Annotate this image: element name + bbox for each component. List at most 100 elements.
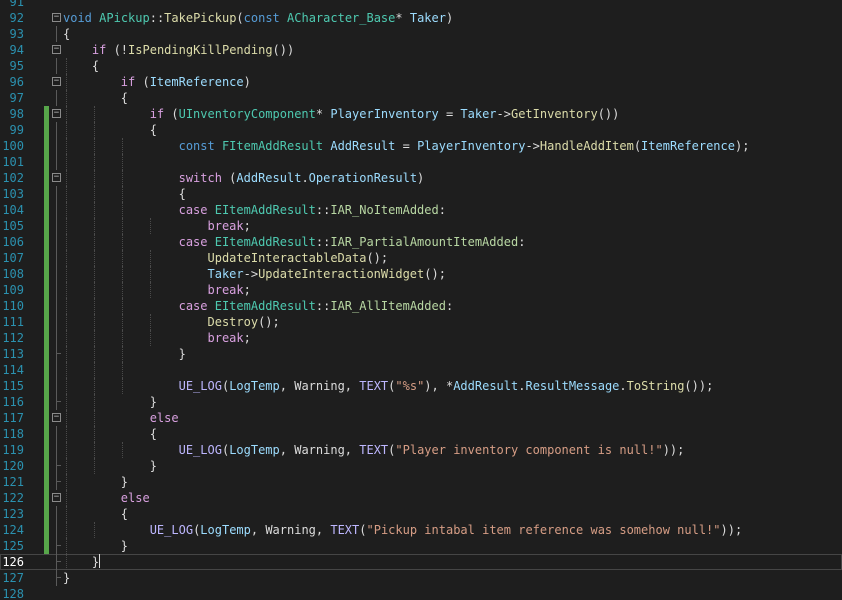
code-text[interactable]: Taker->UpdateInteractionWidget(); — [63, 266, 446, 282]
code-token: ()) — [597, 107, 620, 121]
code-line[interactable]: 113 } — [0, 346, 842, 362]
code-line[interactable]: 112 break; — [0, 330, 842, 346]
code-line[interactable]: 128 — [0, 586, 842, 600]
code-text[interactable]: case EItemAddResult::IAR_AllItemAdded: — [63, 298, 454, 314]
code-line[interactable]: 96 − if (ItemReference) — [0, 74, 842, 90]
code-line[interactable]: 121 } — [0, 474, 842, 490]
code-token: { — [63, 91, 129, 105]
fold-toggle-icon[interactable]: − — [52, 493, 61, 502]
code-line[interactable]: 117 − else — [0, 410, 842, 426]
code-text[interactable]: UpdateInteractableData(); — [63, 250, 389, 266]
line-number: 115 — [2, 379, 24, 393]
code-line[interactable]: 105 break; — [0, 218, 842, 234]
line-number: 92 — [9, 11, 24, 25]
code-text[interactable]: switch (AddResult.OperationResult) — [63, 170, 425, 186]
code-text[interactable]: UE_LOG(LogTemp, Warning, TEXT("%s"), *Ad… — [63, 378, 714, 394]
code-text[interactable]: UE_LOG(LogTemp, Warning, TEXT("Pickup in… — [63, 522, 743, 538]
code-line[interactable]: 108 Taker->UpdateInteractionWidget(); — [0, 266, 842, 282]
code-text[interactable]: if (ItemReference) — [63, 74, 251, 90]
code-text[interactable]: { — [63, 186, 186, 202]
fold-bar — [56, 202, 57, 218]
code-line[interactable]: 120 } — [0, 458, 842, 474]
code-line[interactable]: 95 { — [0, 58, 842, 74]
code-line[interactable]: 104 case EItemAddResult::IAR_NoItemAdded… — [0, 202, 842, 218]
code-line[interactable]: 124 UE_LOG(LogTemp, Warning, TEXT("Picku… — [0, 522, 842, 538]
code-text[interactable]: break; — [63, 330, 251, 346]
code-text[interactable]: UE_LOG(LogTemp, Warning, TEXT("Player in… — [63, 442, 685, 458]
code-text[interactable]: { — [63, 26, 70, 42]
code-line[interactable]: 103 { — [0, 186, 842, 202]
code-text[interactable]: } — [63, 538, 128, 554]
code-text[interactable]: { — [63, 506, 128, 522]
code-line[interactable]: 115 UE_LOG(LogTemp, Warning, TEXT("%s"),… — [0, 378, 842, 394]
code-line[interactable]: 111 Destroy(); — [0, 314, 842, 330]
code-token: , — [344, 379, 360, 393]
code-text[interactable]: case EItemAddResult::IAR_PartialAmountIt… — [63, 234, 526, 250]
code-token: -> — [496, 107, 511, 121]
code-text[interactable]: } — [63, 346, 186, 362]
code-text[interactable]: else — [63, 490, 150, 506]
code-token: * — [395, 11, 410, 25]
code-text[interactable]: if (!IsPendingKillPending()) — [63, 42, 294, 58]
line-number: 93 — [9, 27, 24, 41]
code-text[interactable]: void APickup::TakePickup(const ACharacte… — [63, 10, 453, 26]
code-token: EItemAddResult — [214, 235, 316, 249]
fold-toggle-icon[interactable]: − — [52, 173, 61, 182]
code-token: ( — [633, 139, 642, 153]
code-text[interactable]: } — [63, 570, 70, 586]
code-line[interactable]: 100 const FItemAddResult AddResult = Pla… — [0, 138, 842, 154]
code-line[interactable]: 127} — [0, 570, 842, 586]
code-line[interactable]: 91 — [0, 0, 842, 10]
fold-toggle-icon[interactable]: − — [52, 109, 61, 118]
code-line[interactable]: 94 − if (!IsPendingKillPending()) — [0, 42, 842, 58]
code-line[interactable]: 119 UE_LOG(LogTemp, Warning, TEXT("Playe… — [0, 442, 842, 458]
code-line[interactable]: 98 − if (UInventoryComponent* PlayerInven… — [0, 106, 842, 122]
code-text[interactable]: Destroy(); — [63, 314, 280, 330]
code-line[interactable]: 102 − switch (AddResult.OperationResult) — [0, 170, 842, 186]
code-line[interactable]: 110 case EItemAddResult::IAR_AllItemAdde… — [0, 298, 842, 314]
code-text[interactable]: break; — [63, 218, 251, 234]
code-line[interactable]: 93 { — [0, 26, 842, 42]
code-line[interactable]: 126 } — [0, 554, 842, 570]
code-line[interactable]: 118 { — [0, 426, 842, 442]
code-text[interactable]: case EItemAddResult::IAR_NoItemAdded: — [63, 202, 446, 218]
code-text[interactable]: } — [63, 394, 157, 410]
code-token: { — [63, 27, 71, 41]
code-text[interactable]: } — [63, 474, 128, 490]
code-text[interactable]: } — [63, 554, 101, 570]
code-text[interactable]: break; — [63, 282, 251, 298]
code-line[interactable]: 123 { — [0, 506, 842, 522]
code-line[interactable]: 99 { — [0, 122, 842, 138]
fold-bar — [56, 154, 57, 170]
code-text[interactable]: { — [63, 426, 157, 442]
code-editor[interactable]: 91 92− void APickup::TakePickup(const ACha… — [0, 0, 842, 600]
code-text[interactable]: const FItemAddResult AddResult = PlayerI… — [63, 138, 750, 154]
code-line[interactable]: 101 — [0, 154, 842, 170]
code-text[interactable]: { — [63, 90, 128, 106]
code-line[interactable]: 107 UpdateInteractableData(); — [0, 250, 842, 266]
change-indicator — [44, 122, 49, 138]
code-line[interactable]: 114 — [0, 362, 842, 378]
code-line[interactable]: 106 case EItemAddResult::IAR_PartialAmou… — [0, 234, 842, 250]
code-line[interactable]: 109 break; — [0, 282, 842, 298]
fold-bar — [56, 474, 57, 490]
code-text[interactable]: { — [63, 58, 99, 74]
fold-toggle-icon[interactable]: − — [52, 413, 61, 422]
fold-toggle-icon[interactable]: − — [52, 77, 61, 86]
code-text[interactable]: if (UInventoryComponent* PlayerInventory… — [63, 106, 620, 122]
fold-toggle-icon[interactable]: − — [52, 45, 61, 54]
code-text[interactable]: else — [63, 410, 179, 426]
fold-toggle-icon[interactable]: − — [52, 13, 61, 22]
code-line[interactable]: 92 − void APickup::TakePickup(const AChara… — [0, 10, 842, 26]
code-token: else — [120, 491, 150, 505]
code-line[interactable]: 116 } — [0, 394, 842, 410]
fold-bar — [56, 282, 57, 298]
code-line[interactable]: 122 − else — [0, 490, 842, 506]
code-text[interactable]: { — [63, 122, 157, 138]
code-line[interactable]: 125 } — [0, 538, 842, 554]
code-line[interactable]: 97 { — [0, 90, 842, 106]
code-text[interactable]: } — [63, 458, 157, 474]
